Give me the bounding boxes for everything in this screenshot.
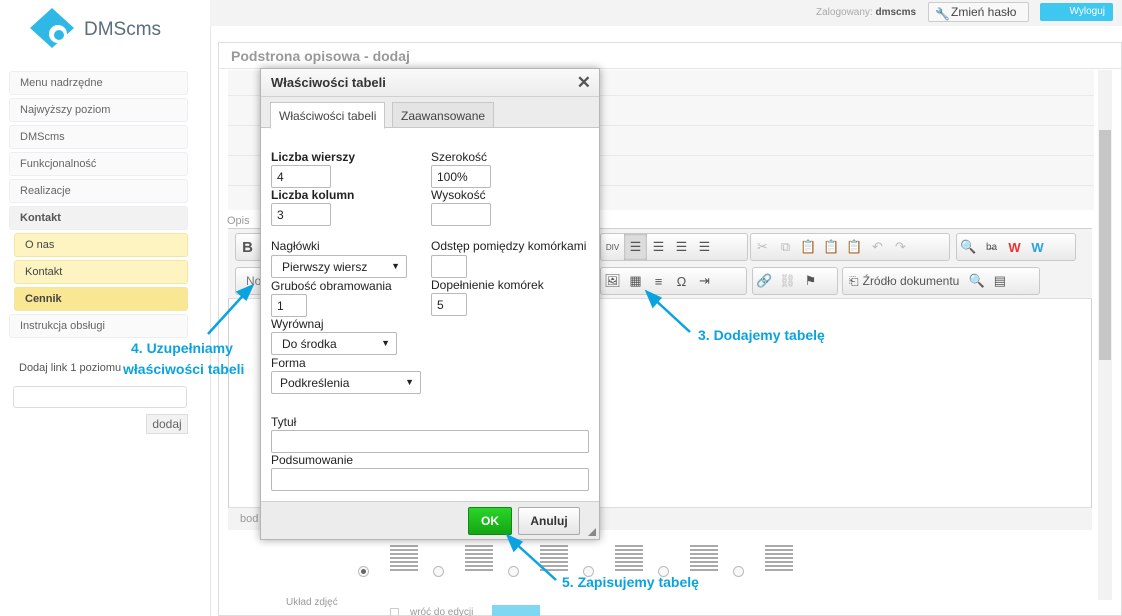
arrow-step5 [512, 540, 557, 581]
annotation-arrows [207, 283, 691, 581]
annotation-step5: 5. Zapisujemy tabelę [562, 574, 699, 590]
annotation-step4-line1: 4. Uzupełniamy [131, 340, 233, 356]
annotation-step4-line2: właściwości tabeli [123, 361, 245, 377]
annotation-step3: 3. Dodajemy tabelę [698, 327, 825, 343]
